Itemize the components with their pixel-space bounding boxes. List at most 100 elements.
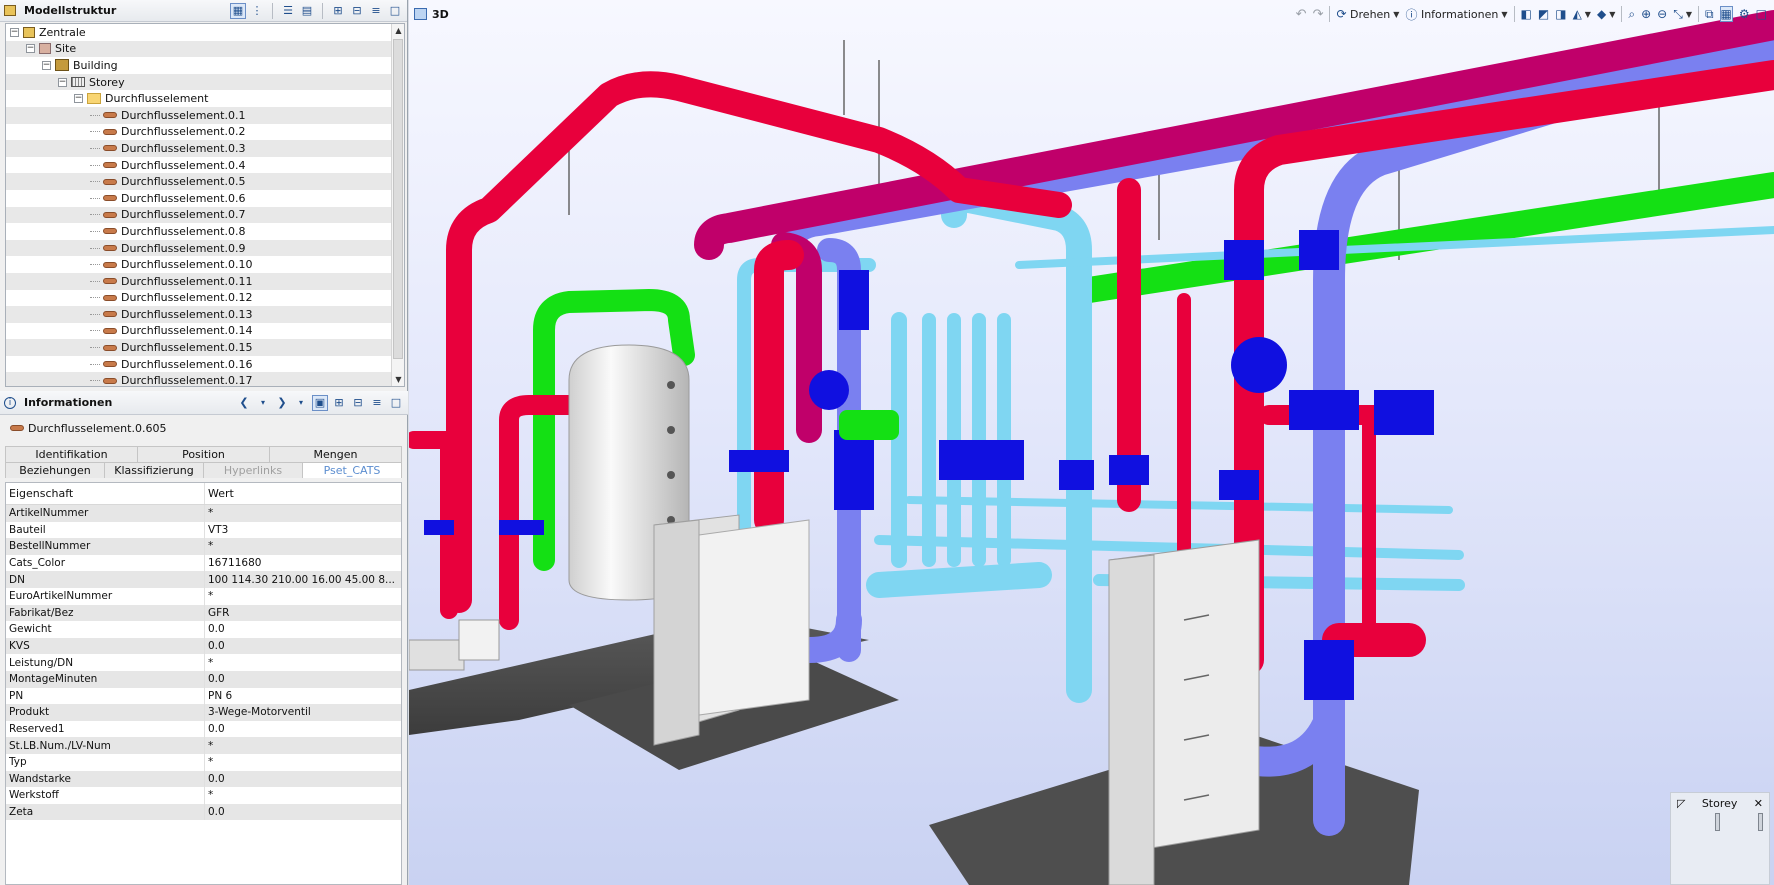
tab-identifikation[interactable]: Identifikation — [5, 446, 138, 462]
property-row[interactable]: Werkstoff * — [6, 787, 401, 804]
zoom-out-icon[interactable]: ⊖ — [1657, 7, 1667, 21]
tree-node[interactable]: Durchflusselement.0.17 — [6, 372, 404, 386]
list-icon[interactable]: ≡ — [368, 3, 384, 19]
property-row[interactable]: St.LB.Num./LV-Num * — [6, 737, 401, 754]
back-arrow-icon[interactable]: ❮ — [236, 395, 252, 411]
tree-node[interactable]: Durchflusselement.0.3 — [6, 140, 404, 157]
tab-position[interactable]: Position — [137, 446, 270, 462]
tree-node[interactable]: Durchflusselement.0.15 — [6, 339, 404, 356]
property-row[interactable]: Wandstarke 0.0 — [6, 770, 401, 788]
tree-node[interactable]: Durchflusselement.0.10 — [6, 256, 404, 273]
tree-node[interactable]: Durchflusselement.0.1 — [6, 106, 404, 124]
expand-all-props-icon[interactable]: ⊞ — [331, 395, 347, 411]
column-header-value[interactable]: Wert — [205, 483, 401, 504]
tree-scrollbar[interactable]: ▲ ▼ — [391, 24, 404, 386]
property-row[interactable]: Zeta 0.0 — [6, 803, 401, 821]
tree-node[interactable]: Durchflusselement.0.8 — [6, 223, 404, 240]
storey-navigator[interactable]: ◸ Storey ✕ — [1670, 792, 1770, 885]
tree-node[interactable]: − Durchflusselement — [6, 90, 404, 107]
tab-beziehungen[interactable]: Beziehungen — [5, 462, 105, 478]
props-list-icon[interactable]: ≡ — [369, 395, 385, 411]
3d-viewport[interactable]: 3D ↶ ↷ ⟳ Drehen ▼ ⓘ Informationen ▼ ◧ ◩ … — [409, 0, 1774, 885]
property-row[interactable]: PN PN 6 — [6, 687, 401, 705]
settings-icon[interactable]: ⚙ — [1739, 7, 1750, 21]
property-row[interactable]: DN 100 114.30 210.00 16.00 45.00 8... — [6, 571, 401, 588]
tab-mengen[interactable]: Mengen — [269, 446, 402, 462]
information-mode-button[interactable]: ⓘ Informationen ▼ — [1405, 6, 1507, 23]
property-row[interactable]: MontageMinuten 0.0 — [6, 670, 401, 688]
expand-all-icon[interactable]: ⊞ — [330, 3, 346, 19]
property-row[interactable]: Reserved1 0.0 — [6, 720, 401, 738]
tree-node[interactable]: Durchflusselement.0.5 — [6, 173, 404, 190]
zoom-fit-icon[interactable]: ⌕ — [1628, 7, 1635, 22]
tree-node[interactable]: Durchflusselement.0.16 — [6, 356, 404, 373]
pin-icon[interactable]: ◸ — [1677, 797, 1685, 810]
property-row[interactable]: Typ * — [6, 753, 401, 771]
tree-node[interactable]: Durchflusselement.0.12 — [6, 290, 404, 307]
undo-view-icon[interactable]: ↶ — [1296, 7, 1307, 22]
forward-arrow-icon[interactable]: ❯ — [274, 395, 290, 411]
property-row[interactable]: Produkt 3-Wege-Motorventil — [6, 704, 401, 721]
view-iso-icon[interactable]: ◩ — [1538, 7, 1549, 21]
collapse-toggle-icon[interactable]: − — [26, 44, 35, 54]
zoom-window-icon[interactable]: ⤡ ▼ — [1673, 7, 1692, 22]
piping-scene[interactable] — [409, 0, 1774, 885]
tree-node[interactable]: Durchflusselement.0.2 — [6, 124, 404, 141]
tree-node[interactable]: − Site — [6, 40, 404, 58]
storey-slider-right[interactable] — [1758, 813, 1763, 831]
tree-view-icon[interactable]: ▦ — [230, 2, 246, 19]
tab-pset-cats[interactable]: Pset_CATS — [302, 462, 402, 478]
render-mode-icon[interactable]: ◆ ▼ — [1597, 7, 1615, 21]
props-maximize-icon[interactable]: □ — [388, 395, 404, 411]
property-row[interactable]: Bauteil VT3 — [6, 521, 401, 539]
model-tree[interactable]: − Zentrale − Site − Building − Storey − Durchflus… — [5, 23, 405, 387]
tree-node[interactable]: − Building — [6, 57, 404, 74]
collapse-all-props-icon[interactable]: ⊟ — [350, 395, 366, 411]
property-row[interactable]: KVS 0.0 — [6, 637, 401, 655]
properties-view-icon[interactable]: ▣ — [312, 394, 328, 411]
hierarchy-icon[interactable]: ☰ — [280, 3, 296, 19]
zoom-in-icon[interactable]: ⊕ — [1641, 7, 1651, 21]
tree-node[interactable]: Durchflusselement.0.7 — [6, 206, 404, 224]
property-row[interactable]: BestellNummer * — [6, 538, 401, 555]
tree-node[interactable]: Durchflusselement.0.14 — [6, 323, 404, 340]
new-window-icon[interactable]: ⧉ — [1705, 7, 1714, 22]
tab-klassifizierung[interactable]: Klassifizierung — [104, 462, 204, 478]
viewport-maximize-icon[interactable]: □ — [1756, 7, 1767, 21]
view-side-icon[interactable]: ◨ — [1555, 7, 1566, 21]
tree-node[interactable]: Durchflusselement.0.4 — [6, 157, 404, 174]
tree-filter-icon[interactable]: ⋮ — [249, 3, 265, 19]
tree-node[interactable]: Durchflusselement.0.9 — [6, 239, 404, 257]
property-row[interactable]: ArtikelNummer * — [6, 505, 401, 522]
tree-node[interactable]: − Storey — [6, 73, 404, 91]
layout-icon[interactable]: ▦ — [1719, 6, 1733, 22]
tab-hyperlinks[interactable]: Hyperlinks — [203, 462, 303, 478]
forward-dropdown-icon[interactable]: ▾ — [293, 395, 309, 411]
collapse-toggle-icon[interactable]: − — [42, 60, 51, 70]
property-row[interactable]: Gewicht 0.0 — [6, 621, 401, 638]
tree-node[interactable]: Durchflusselement.0.11 — [6, 272, 404, 290]
property-row[interactable]: EuroArtikelNummer * — [6, 587, 401, 605]
maximize-icon[interactable]: □ — [387, 3, 403, 19]
collapse-all-icon[interactable]: ⊟ — [349, 3, 365, 19]
tree-node[interactable]: Durchflusselement.0.13 — [6, 306, 404, 323]
property-row[interactable]: Leistung/DN * — [6, 654, 401, 671]
collapse-toggle-icon[interactable]: − — [74, 94, 83, 104]
tree-node[interactable]: Durchflusselement.0.6 — [6, 190, 404, 207]
collapse-toggle-icon[interactable]: − — [10, 27, 19, 37]
3d-view-tab[interactable]: 3D — [409, 0, 449, 28]
rotate-mode-button[interactable]: ⟳ Drehen ▼ — [1336, 7, 1399, 21]
section-icon[interactable]: ◭ ▼ — [1573, 7, 1591, 21]
back-dropdown-icon[interactable]: ▾ — [255, 395, 271, 411]
scroll-down-icon[interactable]: ▼ — [392, 373, 404, 386]
property-row[interactable]: Cats_Color 16711680 — [6, 554, 401, 572]
tree-node[interactable]: − Zentrale — [6, 24, 404, 41]
scroll-up-icon[interactable]: ▲ — [392, 24, 404, 37]
scroll-thumb[interactable] — [393, 39, 403, 359]
column-header-property[interactable]: Eigenschaft — [6, 483, 205, 504]
close-icon[interactable]: ✕ — [1754, 797, 1763, 810]
view-front-icon[interactable]: ◧ — [1521, 7, 1532, 21]
collapse-toggle-icon[interactable]: − — [58, 77, 67, 87]
redo-view-icon[interactable]: ↷ — [1313, 7, 1324, 22]
storey-slider-left[interactable] — [1715, 813, 1720, 831]
